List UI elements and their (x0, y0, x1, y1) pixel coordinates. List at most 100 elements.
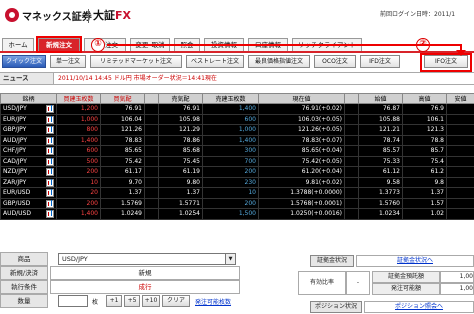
col-low: 安値 (446, 93, 474, 104)
sell-position-cell: 1,000 (202, 124, 259, 136)
bid-cell[interactable]: 9.70 (100, 176, 145, 188)
table-row[interactable]: EUR/JPY 1,000 106.04 105.98 600 106.03(+0.05)… (0, 113, 474, 125)
pair-cell[interactable]: ZAR/JPY (0, 176, 57, 188)
low-cell (446, 187, 474, 199)
chart-icon[interactable] (46, 136, 54, 145)
buy-position-cell: 20 (56, 187, 101, 199)
bid-cell[interactable]: 61.17 (100, 166, 145, 178)
qty-available-link[interactable]: 発注可能枚数 (195, 297, 231, 306)
spacer-cell (144, 113, 159, 125)
buy-position-cell: 200 (56, 197, 101, 209)
qty-clear-button[interactable]: クリア (162, 295, 190, 307)
spacer-cell (144, 208, 159, 220)
spacer-cell (344, 166, 359, 178)
chart-icon[interactable] (46, 115, 54, 124)
ask-cell[interactable]: 78.86 (158, 134, 203, 146)
ask-cell[interactable]: 1.5771 (158, 197, 203, 209)
bid-cell[interactable]: 1.37 (100, 187, 145, 199)
order-type-bar: クイック注文 単一注文 リミテッドマーケット注文 ベストレート注文 最良価格指値… (0, 53, 474, 70)
pair-cell[interactable]: CHF/JPY (0, 145, 57, 157)
bid-cell[interactable]: 121.26 (100, 124, 145, 136)
pair-cell[interactable]: EUR/USD (0, 187, 57, 199)
pair-select[interactable]: USD/JPY ▼ (58, 253, 236, 265)
qty-plus1-button[interactable]: +1 (106, 295, 122, 307)
effective-ratio-label: 有効比率 (298, 271, 346, 295)
table-row[interactable]: CAD/JPY 500 75.42 75.45 700 75.42(+0.05) 75.33… (0, 155, 474, 167)
bid-cell[interactable]: 76.91 (100, 103, 145, 115)
ask-cell[interactable]: 1.37 (158, 187, 203, 199)
high-cell: 9.8 (402, 176, 447, 188)
chart-icon[interactable] (46, 126, 54, 134)
ask-cell[interactable]: 85.68 (158, 145, 203, 157)
qty-plus10-button[interactable]: +10 (142, 295, 160, 307)
pair-cell[interactable]: CAD/JPY (0, 155, 57, 167)
best-rate-order-button[interactable]: ベストレート注文 (186, 55, 244, 68)
ask-cell[interactable]: 9.80 (158, 176, 203, 188)
open-cell: 61.12 (358, 166, 403, 178)
chart-icon[interactable] (46, 157, 54, 166)
ask-cell[interactable]: 76.91 (158, 103, 203, 115)
qty-input[interactable] (58, 295, 88, 307)
open-cell: 1.3773 (358, 187, 403, 199)
current-cell: 9.81(+0.02) (258, 176, 345, 188)
buy-position-cell: 200 (56, 166, 101, 178)
chart-icon[interactable] (46, 210, 54, 218)
pair-cell[interactable]: NZD/JPY (0, 166, 57, 178)
deposit-status-link[interactable]: 証拠金状況へ (356, 255, 474, 267)
table-row[interactable]: USD/JPY 1,200 76.91 76.91 1,400 76.91(+0.02) 7… (0, 103, 474, 115)
pair-name: GBP/JPY (3, 126, 27, 134)
col-spacer (144, 93, 159, 104)
chart-icon[interactable] (46, 147, 54, 155)
pair-cell[interactable]: GBP/USD (0, 197, 57, 209)
pair-cell[interactable]: EUR/JPY (0, 113, 57, 125)
bid-cell[interactable]: 85.65 (100, 145, 145, 157)
bid-cell[interactable]: 1.5769 (100, 197, 145, 209)
table-row[interactable]: ZAR/JPY 10 9.70 9.80 230 9.81(+0.02) 9.58 9.8 (0, 176, 474, 188)
header: マネックス証券 大証FX 前回ログイン日時：2011/1 (0, 0, 474, 36)
bid-cell[interactable]: 78.83 (100, 134, 145, 146)
col-pair[interactable]: 銘柄 (0, 93, 57, 104)
single-order-button[interactable]: 単一注文 (50, 55, 86, 68)
qty-plus5-button[interactable]: +5 (124, 295, 140, 307)
table-row[interactable]: NZD/JPY 200 61.17 61.19 200 61.20(+0.04) 61.12… (0, 166, 474, 178)
best-limit-order-button[interactable]: 最良価格指値注文 (248, 55, 310, 68)
pair-cell[interactable]: GBP/JPY (0, 124, 57, 136)
chart-icon[interactable] (46, 178, 54, 187)
ask-cell[interactable]: 1.0254 (158, 208, 203, 220)
bid-cell[interactable]: 1.0249 (100, 208, 145, 220)
quick-order-button[interactable]: クイック注文 (2, 55, 46, 68)
spacer-cell (144, 176, 159, 188)
bid-cell[interactable]: 106.04 (100, 113, 145, 125)
table-row[interactable]: GBP/JPY 800 121.26 121.29 1,000 121.26(+0.05)… (0, 124, 474, 136)
position-status-link[interactable]: ポジション照会へ (364, 301, 474, 313)
tab-home[interactable]: ホーム (2, 38, 34, 51)
table-row[interactable]: EUR/USD 20 1.37 1.37 10 1.3788(+0.0000) 1.3773… (0, 187, 474, 199)
table-row[interactable]: GBP/USD 200 1.5769 1.5771 200 1.5768(+0.0001)… (0, 197, 474, 209)
limited-market-order-button[interactable]: リミテッドマーケット注文 (90, 55, 182, 68)
ask-cell[interactable]: 105.98 (158, 113, 203, 125)
low-cell (446, 124, 474, 136)
sell-position-cell: 1,400 (202, 134, 259, 146)
current-cell: 121.26(+0.05) (258, 124, 345, 136)
bid-cell[interactable]: 75.42 (100, 155, 145, 167)
pair-cell[interactable]: AUD/USD (0, 208, 57, 220)
ask-cell[interactable]: 61.19 (158, 166, 203, 178)
oco-order-button[interactable]: OCO注文 (314, 55, 356, 68)
chart-icon[interactable] (46, 168, 54, 176)
news-label: ニュース (0, 73, 54, 84)
news-headline[interactable]: 2011/10/14 14:45 ドル円 市場オーダー状況＝14:41現在 (58, 73, 217, 84)
table-row[interactable]: CHF/JPY 600 85.65 85.68 300 85.65(+0.04) 85.57… (0, 145, 474, 157)
spacer-cell (344, 176, 359, 188)
chart-icon[interactable] (46, 189, 54, 197)
table-row[interactable]: AUD/USD 1,400 1.0249 1.0254 1,500 1.0250(+0.0… (0, 208, 474, 220)
pair-name: GBP/USD (3, 199, 31, 207)
sell-position-cell: 600 (202, 113, 259, 125)
table-row[interactable]: AUD/JPY 1,400 78.83 78.86 1,400 78.83(+0.07) 7… (0, 134, 474, 146)
ifd-order-button[interactable]: IFD注文 (360, 55, 400, 68)
ask-cell[interactable]: 75.45 (158, 155, 203, 167)
pair-cell[interactable]: USD/JPY (0, 103, 57, 115)
pair-cell[interactable]: AUD/JPY (0, 134, 57, 146)
chart-icon[interactable] (46, 105, 54, 113)
ask-cell[interactable]: 121.29 (158, 124, 203, 136)
chart-icon[interactable] (46, 199, 54, 208)
